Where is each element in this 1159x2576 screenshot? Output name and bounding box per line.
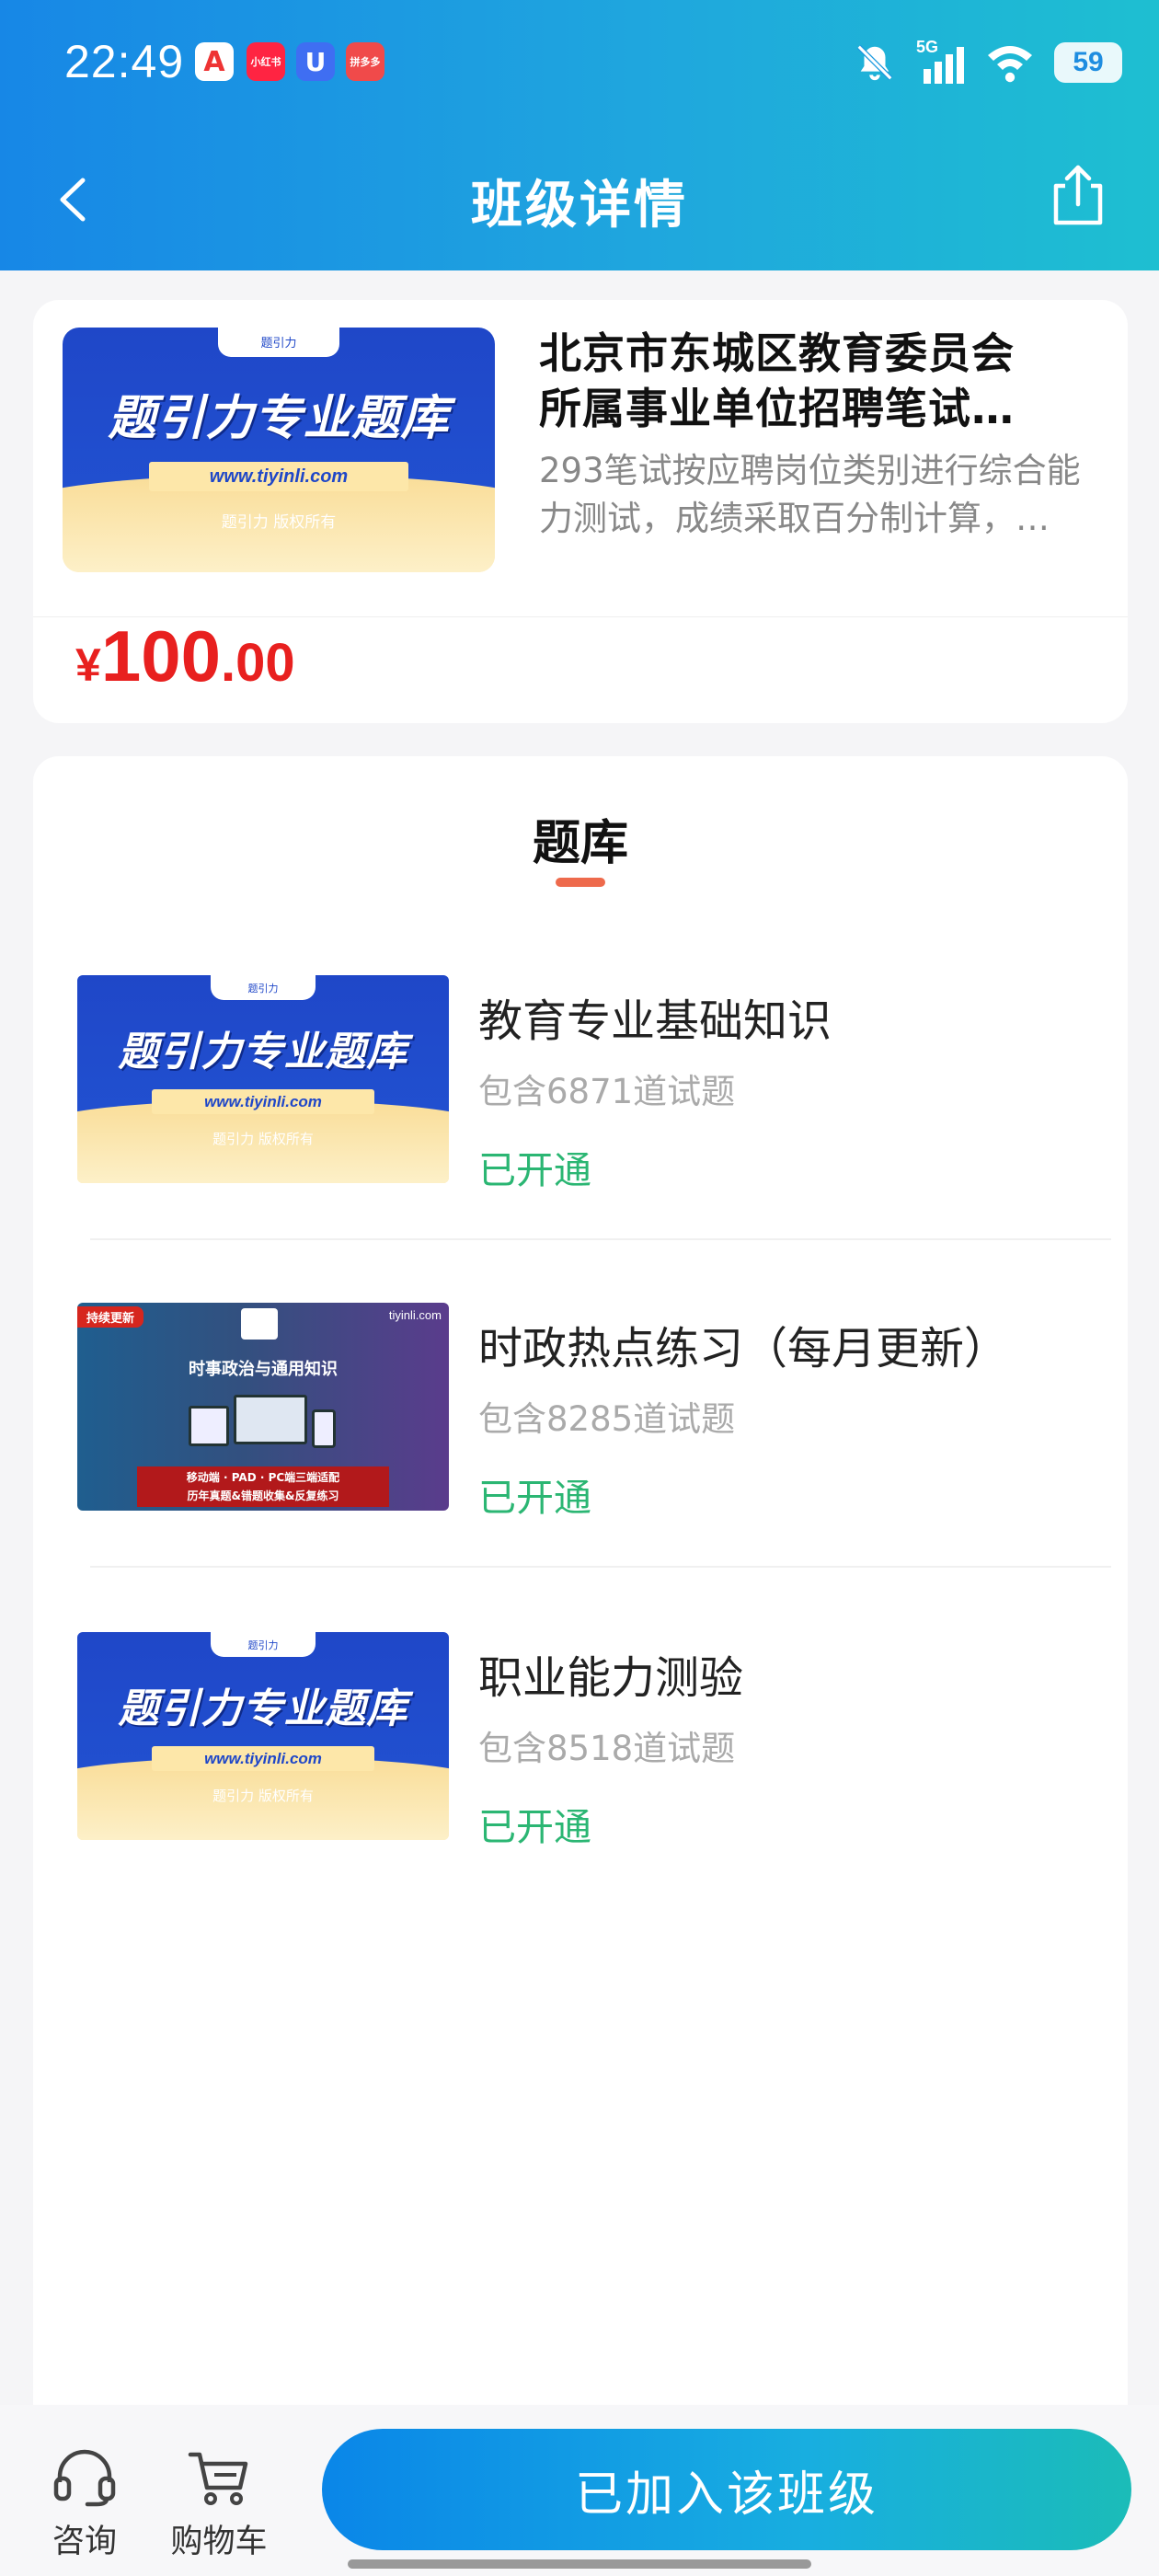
bank-thumbnail: 题引力 题引力专业题库 www.tiyinli.com 题引力 版权所有 (77, 975, 449, 1183)
cover-url: www.tiyinli.com (149, 462, 408, 492)
cover-copyright: 题引力 版权所有 (212, 1131, 314, 1148)
class-cover-image: 题引力 题引力专业题库 www.tiyinli.com 题引力 版权所有 (63, 328, 495, 572)
cover-badge: 持续更新 (77, 1306, 144, 1328)
cover-title: 题引力专业题库 (118, 1029, 408, 1076)
cart-icon (188, 2452, 248, 2505)
cover-copyright: 题引力 版权所有 (212, 1788, 314, 1805)
header: 22:49 A 小红书 U 拼多多 5G 59 班级详情 (0, 0, 1159, 270)
cover-banner-line: 历年真题&错题收集&反复练习 (187, 1489, 339, 1502)
cover-copyright: 题引力 版权所有 (221, 512, 337, 532)
share-button[interactable] (1041, 158, 1115, 232)
class-description-line: 293笔试按应聘岗位类别进行综合能 (539, 451, 1081, 490)
xiaohongshu-notification-icon: 小红书 (247, 42, 285, 81)
section-title[interactable]: 题库 (33, 804, 1128, 873)
cover-title: 题引力专业题库 (118, 1685, 408, 1733)
bank-question-count: 包含6871道试题 (478, 1072, 736, 1111)
class-description: 293笔试按应聘岗位类别进行综合能 力测试，成绩采取百分制计算，… (539, 447, 1109, 543)
price-integer: 100 (100, 615, 221, 696)
bottom-bar: 咨询 购物车 已加入该班级 (0, 2405, 1159, 2576)
bank-name: 职业能力测验 (478, 1652, 744, 1704)
bank-status: 已开通 (478, 1805, 591, 1849)
class-description-line: 力测试，成绩采取百分制计算，… (539, 499, 1050, 538)
share-icon (1053, 165, 1103, 225)
bank-thumbnail: 题引力 题引力专业题库 www.tiyinli.com 题引力 版权所有 (77, 1632, 449, 1840)
divider (90, 1238, 1111, 1240)
joined-class-button[interactable]: 已加入该班级 (322, 2429, 1131, 2550)
class-title-line: 北京市东城区教育委员会 (539, 328, 1015, 378)
bank-item[interactable]: 题引力 题引力专业题库 www.tiyinli.com 题引力 版权所有 教育专… (33, 975, 1128, 1196)
price-decimal: .00 (220, 633, 295, 693)
cover-background (63, 328, 495, 572)
app-notification-icon: A (195, 42, 234, 81)
cover-tab: 题引力 (211, 1632, 316, 1658)
cover-tab: 题引力 (211, 975, 316, 1001)
class-title[interactable]: 北京市东城区教育委员会 所属事业单位招聘笔试… (539, 326, 1091, 436)
laptop-icon (233, 1395, 307, 1444)
cover-url: www.tiyinli.com (151, 1089, 375, 1115)
wifi-icon (988, 46, 1032, 83)
cart-label: 购物车 (170, 2524, 268, 2560)
status-indicators: 5G 59 (854, 37, 1122, 88)
question-bank-panel: 题库 题引力 题引力专业题库 www.tiyinli.com 题引力 版权所有 … (33, 756, 1128, 2412)
phone-icon (311, 1409, 336, 1448)
cover-tab: 题引力 (218, 328, 339, 357)
cover-title: 时事政治与通用知识 (189, 1360, 338, 1379)
class-card: 题引力 题引力专业题库 www.tiyinli.com 题引力 版权所有 北京市… (33, 300, 1128, 723)
cover-url: www.tiyinli.com (151, 1746, 375, 1772)
logo-icon (240, 1308, 278, 1340)
bank-status: 已开通 (478, 1148, 591, 1192)
u-app-notification-icon: U (296, 42, 335, 81)
price: ¥100.00 (75, 615, 295, 698)
cover-banner-line: 移动端 · PAD · PC端三端适配 (186, 1471, 340, 1484)
class-title-line: 所属事业单位招聘笔试… (539, 384, 1015, 433)
nav-bar: 班级详情 (0, 147, 1159, 248)
bank-question-count: 包含8518道试题 (478, 1729, 736, 1768)
headset-icon (53, 2449, 116, 2507)
bank-item[interactable]: 持续更新 tiyinli.com 时事政治与通用知识 移动端 · PAD · P… (33, 1303, 1128, 1524)
bank-item[interactable]: 题引力 题引力专业题库 www.tiyinli.com 题引力 版权所有 职业能… (33, 1632, 1128, 1853)
active-tab-indicator (556, 878, 605, 887)
consult-button[interactable]: 咨询 (20, 2414, 149, 2560)
page-title: 班级详情 (471, 176, 688, 236)
bank-name: 教育专业基础知识 (478, 995, 832, 1047)
consult-label: 咨询 (52, 2524, 117, 2560)
currency-symbol: ¥ (75, 639, 101, 691)
home-indicator[interactable] (348, 2559, 811, 2569)
status-bar: 22:49 A 小红书 U 拼多多 5G 59 (0, 0, 1159, 129)
status-time: 22:49 (64, 36, 185, 87)
bank-status: 已开通 (478, 1476, 591, 1520)
cover-banner: 移动端 · PAD · PC端三端适配 历年真题&错题收集&反复练习 (136, 1466, 390, 1507)
mute-bell-icon (856, 44, 893, 81)
cover-title: 题引力专业题库 (108, 390, 450, 446)
pinduoduo-notification-icon: 拼多多 (346, 42, 384, 81)
bank-question-count: 包含8285道试题 (478, 1399, 736, 1439)
divider (90, 1566, 1111, 1568)
cart-button[interactable]: 购物车 (155, 2414, 283, 2560)
tablet-icon (189, 1406, 230, 1446)
bank-name: 时政热点练习（每月更新） (478, 1323, 1009, 1374)
bank-thumbnail: 持续更新 tiyinli.com 时事政治与通用知识 移动端 · PAD · P… (77, 1303, 449, 1511)
signal-icon: 5G (916, 38, 966, 84)
battery-icon: 59 (1054, 42, 1122, 83)
cover-site: tiyinli.com (388, 1308, 442, 1322)
